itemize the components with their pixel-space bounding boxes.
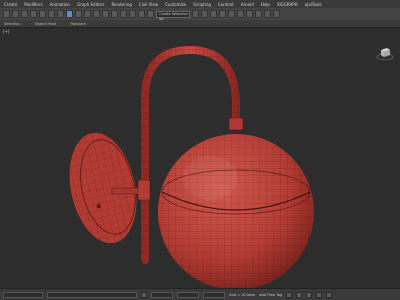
status-bar: Grid = 10.0mm Add Time Tag	[0, 288, 400, 300]
menu-animation[interactable]: Animation	[50, 2, 70, 7]
scale-icon[interactable]	[84, 10, 91, 18]
layer-explorer-icon[interactable]	[210, 10, 217, 18]
reference-coord-icon[interactable]	[102, 10, 109, 18]
align-icon[interactable]	[201, 10, 208, 18]
curve-editor-icon[interactable]	[228, 10, 235, 18]
mirror-icon[interactable]	[192, 10, 199, 18]
menu-help[interactable]: Help	[261, 2, 270, 7]
select-by-name-icon[interactable]	[57, 10, 64, 18]
link-icon[interactable]	[21, 10, 28, 18]
rendered-frame-icon[interactable]	[264, 10, 271, 18]
render-production-icon[interactable]	[273, 10, 280, 18]
tab-selection[interactable]: Selection	[4, 22, 21, 26]
tab-object-paint[interactable]: Object Paint	[35, 22, 57, 26]
undo-icon[interactable]	[3, 10, 10, 18]
menu-civil-view[interactable]: Civil View	[139, 2, 158, 7]
pivot-center-icon[interactable]	[111, 10, 118, 18]
menu-rendering[interactable]: Rendering	[111, 2, 131, 7]
bind-space-warp-icon[interactable]	[39, 10, 46, 18]
play-icon[interactable]	[296, 291, 303, 298]
grid-readout: Grid = 10.0mm	[229, 292, 256, 297]
ribbon-tabs: Selection Object Paint Populate	[0, 20, 400, 28]
render-setup-icon[interactable]	[255, 10, 262, 18]
select-place-icon[interactable]	[93, 10, 100, 18]
y-coord-field[interactable]	[177, 291, 199, 298]
move-icon[interactable]	[66, 10, 73, 18]
main-toolbar: Create Selection Se	[0, 8, 400, 21]
menu-graph-editors[interactable]: Graph Editors	[77, 2, 104, 7]
tab-populate[interactable]: Populate	[70, 22, 86, 26]
rotate-icon[interactable]	[75, 10, 82, 18]
perspective-viewport[interactable]: [+]	[0, 28, 400, 288]
menu-bar: Create Modifiers Animation Graph Editors…	[0, 0, 400, 8]
menu-scripting[interactable]: Scripting	[193, 2, 211, 7]
menu-modifiers[interactable]: Modifiers	[24, 2, 42, 7]
snap-icon[interactable]	[120, 10, 127, 18]
redo-icon[interactable]	[12, 10, 19, 18]
app-window: Create Modifiers Animation Graph Editors…	[0, 0, 400, 300]
prompt-line	[47, 291, 137, 298]
selection-set-dropdown[interactable]: Create Selection Se	[156, 10, 190, 21]
unlink-icon[interactable]	[30, 10, 37, 18]
orbit-icon[interactable]	[326, 291, 333, 298]
toggle-ribbon-icon[interactable]	[219, 10, 226, 18]
menu-create[interactable]: Create	[4, 2, 17, 7]
menu-siggraph[interactable]: SIGGRAPH	[277, 2, 298, 7]
percent-snap-icon[interactable]	[138, 10, 145, 18]
menu-arnold[interactable]: Arnold	[241, 2, 254, 7]
spinner-snap-icon[interactable]	[147, 10, 154, 18]
auto-key-icon[interactable]	[286, 291, 293, 298]
material-editor-icon[interactable]	[246, 10, 253, 18]
lamp-globe	[158, 117, 314, 288]
zoom-icon[interactable]	[316, 291, 323, 298]
lock-icon[interactable]	[141, 291, 147, 298]
x-coord-field[interactable]	[151, 291, 173, 298]
angle-snap-icon[interactable]	[129, 10, 136, 18]
next-frame-icon[interactable]	[306, 291, 313, 298]
add-time-tag[interactable]: Add Time Tag	[259, 293, 282, 297]
schematic-view-icon[interactable]	[237, 10, 244, 18]
maxscript-listener-field[interactable]	[3, 291, 43, 298]
menu-customize[interactable]: Customize	[165, 2, 186, 7]
menu-content[interactable]: Content	[218, 2, 234, 7]
bracket	[111, 187, 143, 195]
lamp-model[interactable]	[0, 28, 400, 288]
select-object-icon[interactable]	[48, 10, 55, 18]
z-coord-field[interactable]	[203, 291, 225, 298]
menu-ajaltools[interactable]: ajalTools	[305, 2, 322, 7]
